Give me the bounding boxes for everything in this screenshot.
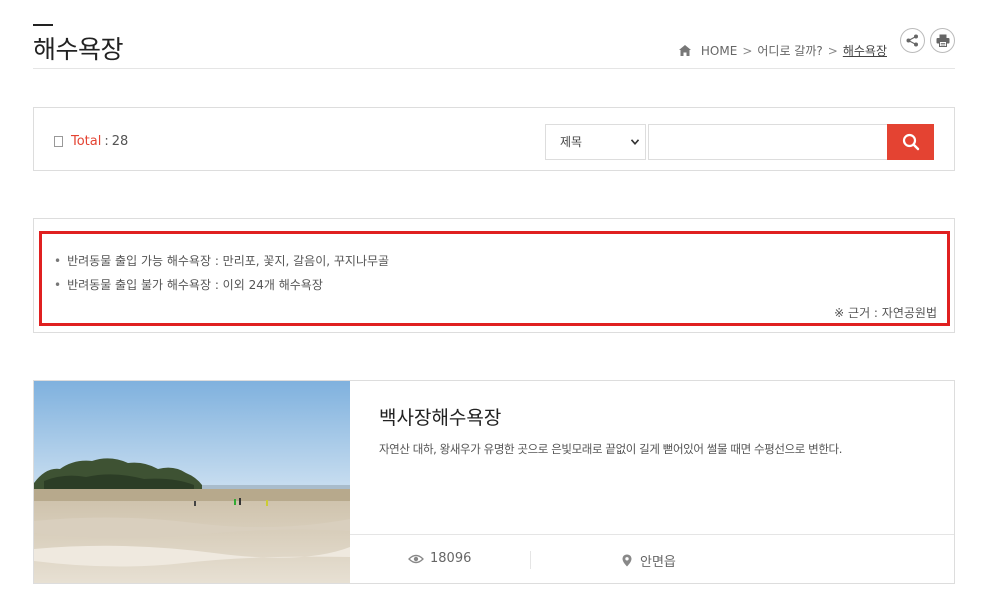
location: 안면읍 — [622, 551, 676, 570]
notice-highlight: • 반려동물 출입 가능 해수욕장 : 만리포, 꽃지, 갈음이, 꾸지나무골 •… — [39, 231, 950, 326]
share-button[interactable] — [900, 28, 925, 53]
beach-title[interactable]: 백사장해수욕장 — [379, 403, 501, 430]
location-pin-icon — [622, 554, 632, 567]
page-title: 해수욕장 — [33, 35, 124, 64]
eye-icon — [408, 554, 424, 563]
notice-text: 반려동물 출입 불가 해수욕장 : 이외 24개 해수욕장 — [67, 278, 323, 292]
notice-item: • 반려동물 출입 불가 해수욕장 : 이외 24개 해수욕장 — [54, 276, 323, 293]
beach-description: 자연산 대하, 왕새우가 유명한 곳으로 은빛모래로 끝없이 길게 뻗어있어 썰… — [379, 442, 842, 456]
document-icon — [54, 136, 63, 147]
page-header: 해수욕장 HOME > 어디로 갈까? > 해수욕장 — [33, 24, 955, 69]
search-button[interactable] — [887, 124, 934, 160]
total-value: 28 — [111, 134, 129, 149]
breadcrumb-current[interactable]: 해수욕장 — [843, 42, 887, 59]
beach-photo[interactable] — [34, 381, 350, 583]
view-count-value: 18096 — [430, 551, 472, 566]
total-count: Total : 28 — [54, 134, 128, 149]
breadcrumb-separator: > — [742, 43, 753, 58]
home-icon[interactable] — [678, 45, 691, 56]
breadcrumb-home[interactable]: HOME — [701, 44, 737, 58]
search-field-select[interactable]: 제목 — [545, 124, 646, 160]
search-icon — [902, 133, 919, 151]
total-label: Total — [71, 134, 102, 149]
search-input[interactable] — [648, 124, 888, 160]
view-count: 18096 — [408, 551, 471, 566]
notice-item: • 반려동물 출입 가능 해수욕장 : 만리포, 꽃지, 갈음이, 꾸지나무골 — [54, 252, 389, 269]
bullet-icon: • — [54, 278, 62, 292]
breadcrumb-parent[interactable]: 어디로 갈까? — [757, 42, 822, 59]
search-panel: Total : 28 제목 — [33, 107, 955, 171]
total-separator: : — [104, 134, 109, 149]
share-icon — [906, 34, 918, 47]
notice-reference: ※ 근거 : 자연공원법 — [834, 306, 937, 320]
bullet-icon: • — [54, 254, 62, 268]
title-accent-bar — [33, 24, 53, 26]
breadcrumb-separator: > — [827, 43, 838, 58]
notice-panel: • 반려동물 출입 가능 해수욕장 : 만리포, 꽃지, 갈음이, 꾸지나무골 •… — [33, 218, 955, 333]
print-button[interactable] — [930, 28, 955, 53]
print-icon — [936, 34, 949, 47]
beach-card[interactable]: 백사장해수욕장 자연산 대하, 왕새우가 유명한 곳으로 은빛모래로 끝없이 길… — [33, 380, 955, 584]
beach-meta: 18096 안면읍 — [350, 534, 954, 583]
location-value: 안면읍 — [640, 555, 676, 570]
search-field-select-value: 제목 — [560, 135, 583, 149]
meta-divider — [530, 551, 531, 569]
breadcrumb: HOME > 어디로 갈까? > 해수욕장 — [678, 42, 887, 59]
chevron-down-icon — [631, 139, 639, 145]
beach-photo-image — [34, 381, 350, 583]
notice-text: 반려동물 출입 가능 해수욕장 : 만리포, 꽃지, 갈음이, 꾸지나무골 — [67, 254, 390, 268]
